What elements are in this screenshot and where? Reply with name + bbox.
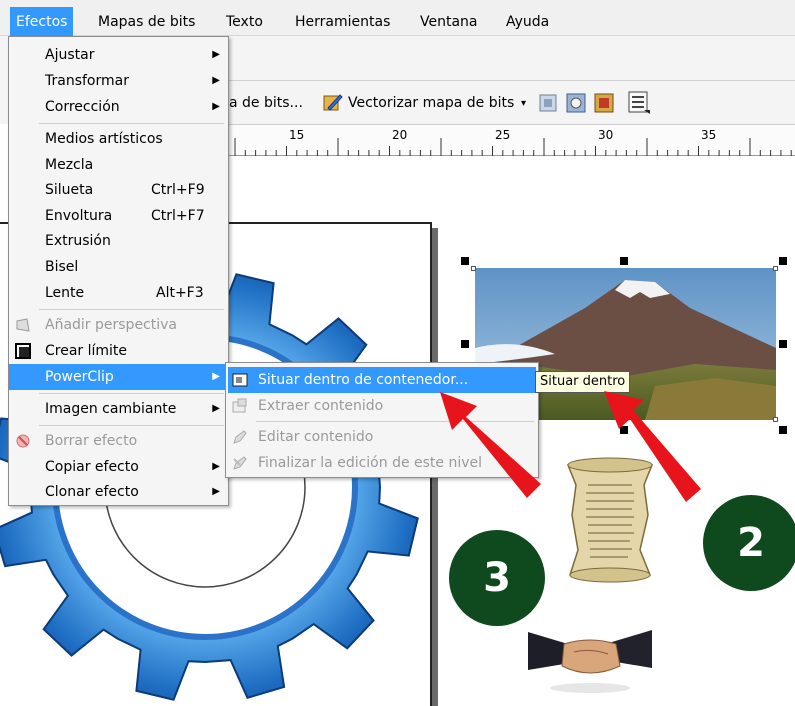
callout-number-3: 3: [449, 530, 545, 626]
callout-number-2: 2: [703, 495, 795, 591]
annotation-arrows: [440, 391, 701, 502]
red-arrow: [604, 391, 701, 502]
red-arrow: [440, 392, 541, 498]
